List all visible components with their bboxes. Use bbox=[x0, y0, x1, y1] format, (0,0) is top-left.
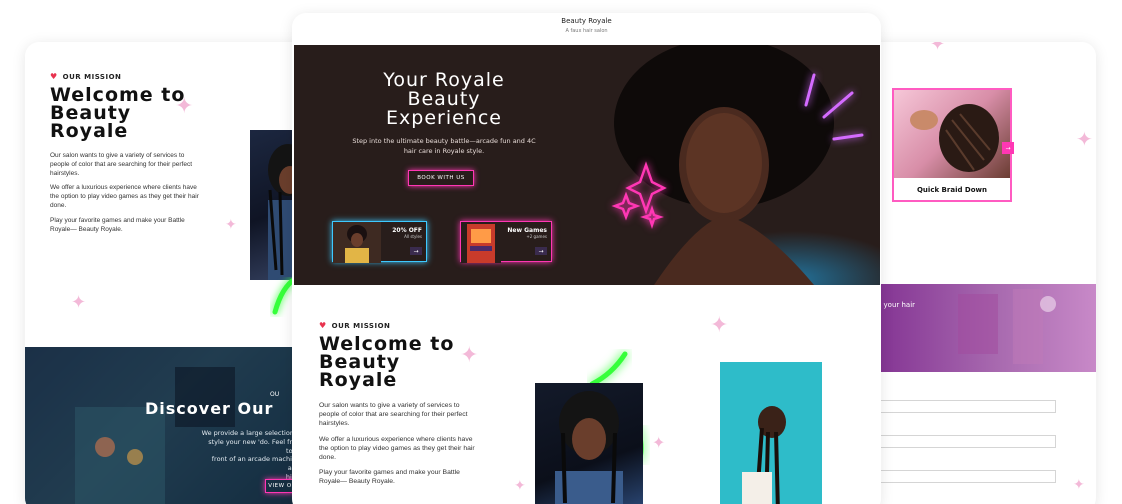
site-tagline: A faux hair salon bbox=[565, 28, 608, 34]
model-portrait-image bbox=[535, 383, 643, 504]
hero-banner: Your Royale Beauty Experience Step into … bbox=[294, 45, 880, 285]
service-card[interactable]: Quick Braid Down → bbox=[892, 88, 1014, 202]
view-button[interactable]: VIEW O bbox=[265, 479, 295, 493]
welcome-title: Welcome to Beauty Royale bbox=[319, 334, 479, 392]
discover-title: Discover Our bbox=[145, 399, 274, 418]
service-card-title: Quick Braid Down bbox=[916, 186, 987, 194]
promo-title: New Games bbox=[507, 227, 547, 234]
mission-label: ♥ OUR MISSION bbox=[319, 321, 479, 330]
mission-section: ♥ OUR MISSION Welcome to Beauty Royale O… bbox=[319, 321, 479, 487]
hero-title: Your Royale Beauty Experience bbox=[383, 69, 505, 129]
mission-paragraph: Our salon wants to give a variety of ser… bbox=[50, 152, 192, 177]
form-input-field[interactable] bbox=[878, 470, 1056, 483]
model-braids-image bbox=[720, 362, 822, 504]
sparkle-icon: ✦ bbox=[514, 478, 526, 494]
arrow-right-icon[interactable]: → bbox=[535, 247, 547, 255]
mission-paragraph: Play your favorite games and make your B… bbox=[50, 216, 185, 233]
arrow-right-icon[interactable]: → bbox=[1002, 142, 1014, 154]
right-page-preview: ✦ ✦ ✦ ✦ Quick Braid Down → ss your hair bbox=[858, 42, 1096, 504]
braid-service-image bbox=[894, 90, 1010, 178]
center-page-preview: Beauty Royale A faux hair salon Your Roy… bbox=[292, 13, 881, 504]
sparkle-icon: ✦ bbox=[225, 217, 237, 233]
welcome-title-line: Royale bbox=[50, 120, 129, 143]
mission-paragraph: We offer a luxurious experience where cl… bbox=[319, 435, 475, 461]
sparkle-icon: ✦ bbox=[71, 292, 87, 313]
mission-label-text: OUR MISSION bbox=[331, 321, 391, 330]
mission-paragraph: Our salon wants to give a variety of ser… bbox=[319, 402, 468, 428]
salon-interior-illustration bbox=[958, 289, 1056, 364]
mission-paragraph: We offer a luxurious experience where cl… bbox=[50, 184, 199, 209]
sparkle-icon: ✦ bbox=[930, 42, 946, 55]
heart-icon: ♥ bbox=[319, 321, 327, 330]
promo-games-text: New Games +2 games → bbox=[501, 222, 551, 261]
hero-subtitle: Step into the ultimate beauty battle—arc… bbox=[352, 137, 536, 155]
braiding-illustration bbox=[910, 104, 999, 172]
sparkle-icon: ✦ bbox=[652, 433, 666, 452]
mission-paragraph: Play your favorite games and make your B… bbox=[319, 469, 460, 486]
site-header: Beauty Royale A faux hair salon bbox=[292, 17, 881, 34]
promo-discount-text: 20% OFF All styles → bbox=[381, 222, 426, 261]
book-with-us-button[interactable]: BOOK WITH US bbox=[408, 170, 474, 186]
mission-label: ♥ OUR MISSION bbox=[50, 72, 202, 81]
promo-card-discount[interactable]: 20% OFF All styles → bbox=[332, 221, 427, 263]
form-input-field[interactable] bbox=[878, 400, 1056, 413]
site-name[interactable]: Beauty Royale bbox=[292, 17, 881, 25]
welcome-title-line: Royale bbox=[319, 369, 398, 392]
promo-subtitle: +2 games bbox=[526, 234, 547, 239]
portrait-illustration bbox=[555, 391, 623, 504]
sparkle-icon: ✦ bbox=[1073, 477, 1085, 493]
mission-label-text: OUR MISSION bbox=[62, 72, 122, 81]
sparkle-icon: ✦ bbox=[460, 343, 479, 368]
promo-model-illustration bbox=[345, 225, 369, 263]
arcade-cabinet-icon bbox=[467, 224, 495, 263]
promo-subtitle: All styles bbox=[404, 234, 422, 239]
discover-text-line: style your new 'do. Feel free to cl bbox=[208, 437, 300, 455]
promo-title: 20% OFF bbox=[392, 227, 422, 234]
heart-icon: ♥ bbox=[50, 72, 58, 81]
sparkle-icon: ✦ bbox=[710, 313, 729, 338]
promo-card-games[interactable]: New Games +2 games → bbox=[460, 221, 552, 263]
discover-label: OU bbox=[270, 391, 280, 398]
arrow-right-icon[interactable]: → bbox=[410, 247, 422, 255]
promo-arcade-image bbox=[461, 222, 501, 263]
braids-illustration bbox=[742, 406, 786, 504]
discover-text-line: front of an arcade machine and bbox=[211, 455, 300, 472]
mockup-stage: ♥ OUR MISSION Welcome to Beauty Royale O… bbox=[0, 0, 1122, 504]
mission-text: Our salon wants to give a variety of ser… bbox=[319, 401, 479, 486]
discover-text-line: We provide a large selection o bbox=[201, 429, 300, 437]
discover-text: We provide a large selection o style you… bbox=[200, 429, 300, 482]
promo-discount-image bbox=[333, 222, 381, 263]
salon-banner-image: ss your hair s! bbox=[858, 284, 1096, 372]
mission-text: Our salon wants to give a variety of ser… bbox=[50, 152, 202, 234]
sparkle-icon: ✦ bbox=[175, 94, 194, 119]
form-input-field[interactable] bbox=[878, 435, 1056, 448]
sparkle-icon: ✦ bbox=[1076, 127, 1093, 151]
